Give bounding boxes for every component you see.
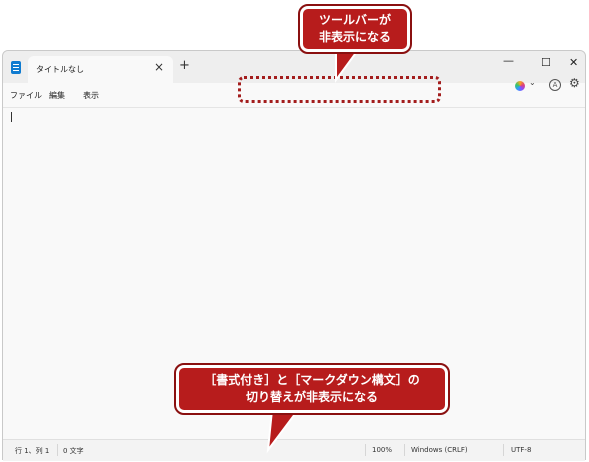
annotation-format-toggle-hidden: ［書式付き］と［マークダウン構文］の 切り替えが非表示になる	[174, 363, 450, 415]
annotation-top-line2: 非表示になる	[318, 30, 391, 44]
status-cursor-position: 行 1、列 1	[15, 447, 50, 455]
copilot-icon[interactable]	[515, 81, 525, 91]
new-tab-button[interactable]: +	[179, 59, 190, 73]
status-line-ending: Windows (CRLF)	[411, 446, 468, 454]
status-divider	[503, 444, 504, 456]
status-encoding: UTF-8	[511, 446, 532, 454]
menu-file[interactable]: ファイル	[10, 90, 42, 101]
status-divider	[57, 444, 58, 456]
account-icon[interactable]: A	[549, 79, 561, 91]
menu-edit[interactable]: 編集	[49, 90, 65, 101]
top-callout-tail	[335, 50, 360, 84]
maximize-button[interactable]: ☐	[541, 57, 551, 69]
status-divider	[404, 444, 405, 456]
annotation-bottom-line2: 切り替えが非表示になる	[245, 390, 378, 404]
status-zoom[interactable]: 100%	[372, 446, 392, 454]
notepad-app-icon	[11, 61, 21, 74]
menu-view[interactable]: 表示	[83, 90, 99, 101]
status-divider	[365, 444, 366, 456]
tab-title: タイトルなし	[36, 65, 84, 74]
tab-close-icon[interactable]: ×	[154, 61, 164, 73]
settings-gear-icon[interactable]: ⚙	[569, 77, 580, 89]
status-char-count: 0 文字	[63, 447, 84, 455]
annotation-bottom-line1: ［書式付き］と［マークダウン構文］の	[204, 373, 420, 387]
chevron-down-icon[interactable]: ⌄	[529, 78, 536, 87]
close-button[interactable]: ✕	[569, 57, 578, 69]
minimize-button[interactable]: —	[503, 55, 514, 67]
bottom-callout-tail	[266, 410, 300, 454]
annotation-toolbar-hidden: ツールバーが 非表示になる	[298, 4, 412, 54]
tab-untitled[interactable]: タイトルなし ×	[28, 56, 173, 83]
text-caret	[11, 112, 12, 122]
annotation-top-line1: ツールバーが	[318, 13, 391, 27]
